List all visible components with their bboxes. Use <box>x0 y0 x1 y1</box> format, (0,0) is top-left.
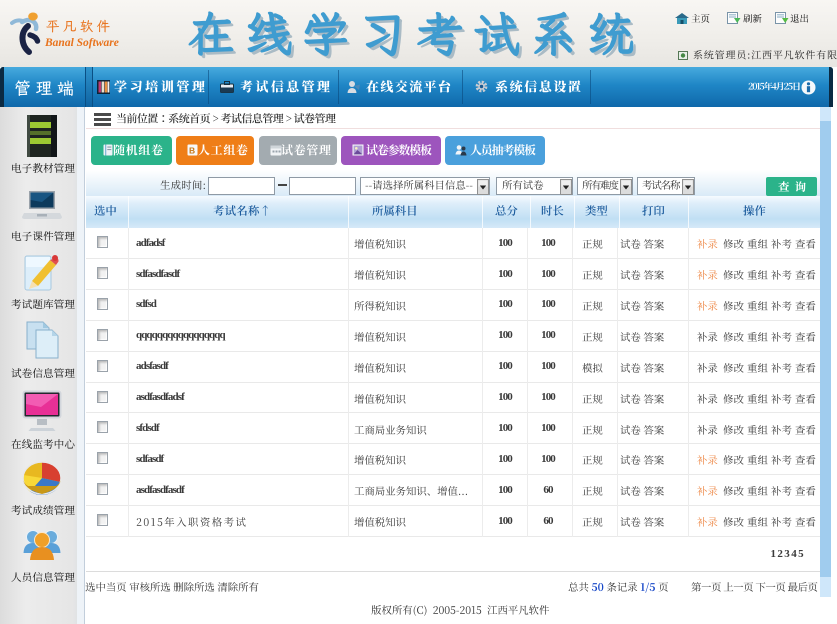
svg-text:B: B <box>189 146 195 156</box>
